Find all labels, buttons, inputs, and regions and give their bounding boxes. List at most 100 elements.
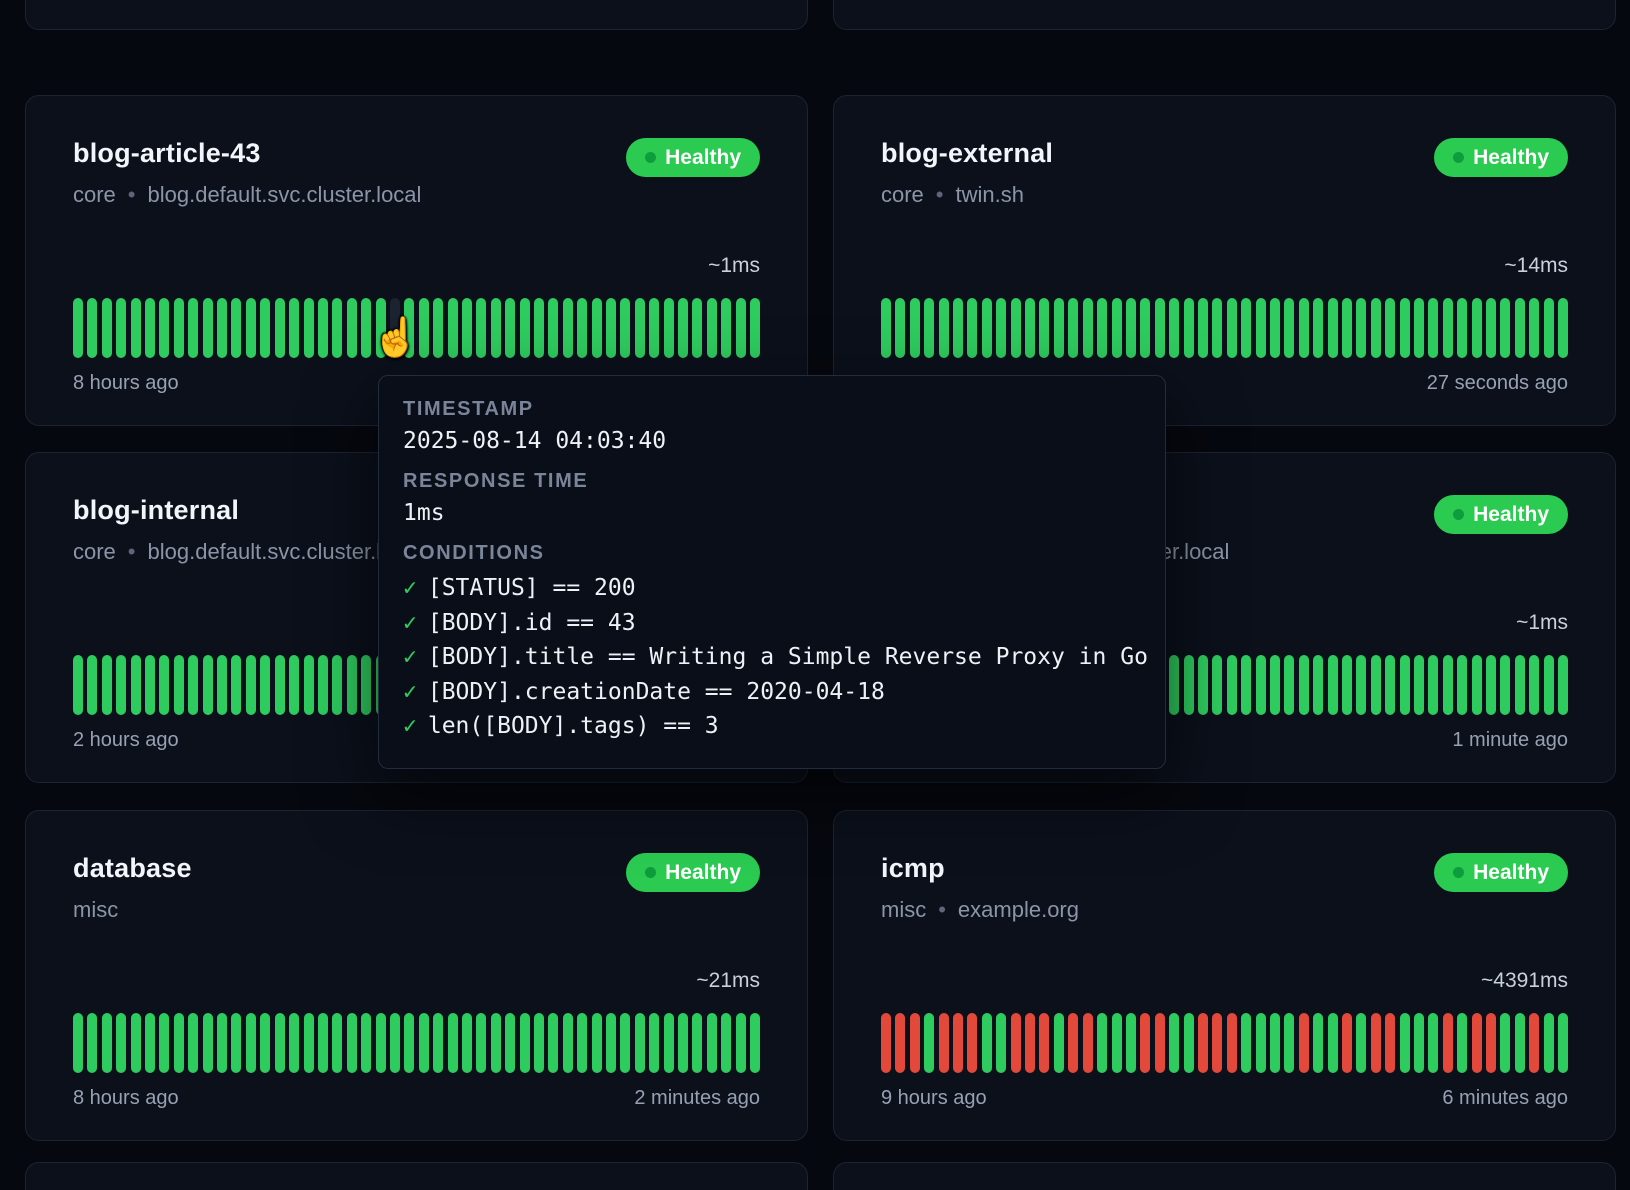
status-bar[interactable]: [145, 298, 155, 358]
status-bar[interactable]: [203, 298, 213, 358]
status-bar[interactable]: [174, 655, 184, 715]
status-bar[interactable]: [87, 1013, 97, 1073]
status-bar[interactable]: [678, 1013, 688, 1073]
status-bar[interactable]: [1068, 298, 1078, 358]
status-bar[interactable]: [462, 1013, 472, 1073]
status-bar[interactable]: [1126, 1013, 1136, 1073]
status-bar[interactable]: [1328, 655, 1338, 715]
status-bar[interactable]: [939, 1013, 949, 1073]
status-bar[interactable]: [275, 1013, 285, 1073]
status-bar[interactable]: [1198, 298, 1208, 358]
status-bar[interactable]: [145, 655, 155, 715]
status-bar[interactable]: [1529, 1013, 1539, 1073]
status-bar[interactable]: [102, 298, 112, 358]
uptime-bar-chart[interactable]: [881, 298, 1568, 358]
status-bar[interactable]: [1198, 655, 1208, 715]
status-bar[interactable]: [304, 655, 314, 715]
status-bar[interactable]: [592, 1013, 602, 1073]
status-bar[interactable]: [246, 298, 256, 358]
status-bar[interactable]: [275, 655, 285, 715]
status-bar[interactable]: [361, 655, 371, 715]
status-bar[interactable]: [881, 1013, 891, 1073]
status-bar[interactable]: [1414, 1013, 1424, 1073]
status-bar[interactable]: [1414, 298, 1424, 358]
status-bar[interactable]: [73, 1013, 83, 1073]
status-bar[interactable]: [1169, 298, 1179, 358]
status-bar[interactable]: [967, 298, 977, 358]
status-bar[interactable]: [1385, 298, 1395, 358]
status-bar[interactable]: [1371, 1013, 1381, 1073]
status-bar[interactable]: [159, 298, 169, 358]
status-bar[interactable]: [982, 1013, 992, 1073]
status-bar[interactable]: [1097, 298, 1107, 358]
status-bar[interactable]: [1140, 1013, 1150, 1073]
status-bar[interactable]: [910, 1013, 920, 1073]
status-bar[interactable]: [87, 298, 97, 358]
status-bar[interactable]: [1385, 655, 1395, 715]
status-bar[interactable]: [462, 298, 472, 358]
status-bar[interactable]: [131, 1013, 141, 1073]
status-bar[interactable]: [1112, 1013, 1122, 1073]
status-bar[interactable]: [448, 1013, 458, 1073]
status-bar[interactable]: [1515, 655, 1525, 715]
status-bar[interactable]: [1443, 298, 1453, 358]
status-bar[interactable]: [1472, 1013, 1482, 1073]
status-bar[interactable]: [1529, 655, 1539, 715]
status-bar[interactable]: [1457, 298, 1467, 358]
status-bar[interactable]: [1227, 298, 1237, 358]
status-bar[interactable]: [1457, 655, 1467, 715]
status-bar[interactable]: [1342, 1013, 1352, 1073]
status-bar[interactable]: [505, 1013, 515, 1073]
status-bar[interactable]: [750, 298, 760, 358]
status-bar[interactable]: [1025, 1013, 1035, 1073]
status-bar[interactable]: [304, 1013, 314, 1073]
status-bar[interactable]: [1400, 298, 1410, 358]
status-bar[interactable]: [174, 1013, 184, 1073]
status-bar[interactable]: [1371, 298, 1381, 358]
status-bar[interactable]: [1241, 655, 1251, 715]
status-bar[interactable]: [332, 298, 342, 358]
status-bar[interactable]: [1385, 1013, 1395, 1073]
status-bar[interactable]: [1500, 655, 1510, 715]
status-bar[interactable]: [1270, 298, 1280, 358]
status-bar[interactable]: [895, 1013, 905, 1073]
status-bar[interactable]: [217, 655, 227, 715]
status-bar[interactable]: [476, 1013, 486, 1073]
status-bar[interactable]: [131, 298, 141, 358]
status-bar[interactable]: [534, 298, 544, 358]
status-bar[interactable]: [1515, 1013, 1525, 1073]
status-bar[interactable]: [433, 1013, 443, 1073]
status-bar[interactable]: [924, 1013, 934, 1073]
status-bar[interactable]: [1486, 298, 1496, 358]
status-bar[interactable]: [231, 298, 241, 358]
status-bar[interactable]: [1112, 298, 1122, 358]
status-bar[interactable]: [260, 1013, 270, 1073]
status-bar[interactable]: [289, 298, 299, 358]
status-bar[interactable]: [347, 298, 357, 358]
status-bar[interactable]: [188, 655, 198, 715]
status-bar[interactable]: [1256, 1013, 1266, 1073]
status-bar[interactable]: [1169, 1013, 1179, 1073]
status-bar[interactable]: [347, 655, 357, 715]
status-bar[interactable]: [376, 1013, 386, 1073]
status-bar[interactable]: [332, 655, 342, 715]
status-bar[interactable]: [1342, 298, 1352, 358]
status-bar[interactable]: [1284, 298, 1294, 358]
status-bar[interactable]: [188, 1013, 198, 1073]
status-bar[interactable]: [1356, 1013, 1366, 1073]
status-bar[interactable]: [1371, 655, 1381, 715]
status-bar[interactable]: [736, 1013, 746, 1073]
status-bar[interactable]: [1039, 298, 1049, 358]
status-bar[interactable]: [260, 655, 270, 715]
status-bar[interactable]: [996, 298, 1006, 358]
status-bar[interactable]: [73, 655, 83, 715]
status-bar[interactable]: [1155, 298, 1165, 358]
status-bar[interactable]: [1155, 1013, 1165, 1073]
status-bar[interactable]: [1270, 1013, 1280, 1073]
status-bar[interactable]: [390, 1013, 400, 1073]
status-bar[interactable]: [1313, 298, 1323, 358]
status-bar[interactable]: [1140, 298, 1150, 358]
status-bar[interactable]: [1241, 1013, 1251, 1073]
status-bar[interactable]: [1299, 298, 1309, 358]
status-bar[interactable]: [174, 298, 184, 358]
